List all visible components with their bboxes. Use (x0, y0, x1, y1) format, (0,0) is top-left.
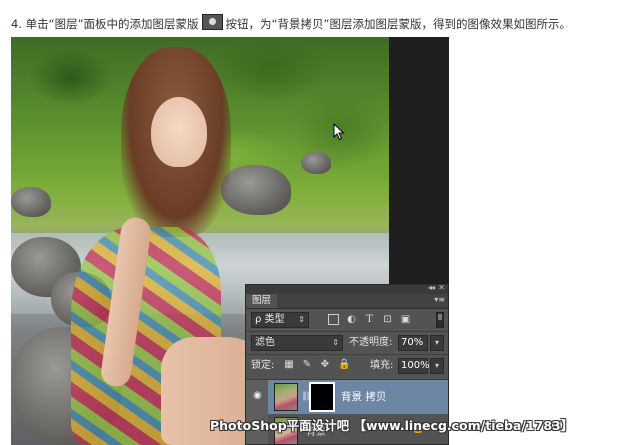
type-filter-icon[interactable]: T (364, 314, 375, 325)
layer-row-background-copy[interactable]: ◉ ⛓ 背景 拷贝 (246, 379, 448, 415)
watermark-text: PhotoShop平面设计吧 【www.linecg.com/tieba/178… (210, 418, 574, 433)
lock-all-icon[interactable]: 🔒 (338, 360, 350, 370)
collapse-double-arrow-icon[interactable]: ◂◂ (428, 283, 435, 292)
rock (301, 152, 331, 174)
fill-input[interactable]: 100% (398, 358, 430, 374)
blend-row: 滤色 ⇕ 不透明度: 70% ▾ (246, 332, 448, 354)
filter-kind-select[interactable]: ρ 类型 ⇕ (251, 312, 309, 328)
tab-layers[interactable]: 图层 (246, 294, 278, 308)
layer-mask-thumbnail[interactable] (309, 382, 335, 412)
fill-dropdown-button[interactable]: ▾ (430, 358, 444, 374)
instruction-before: 4. 单击“图层”面板中的添加图层蒙版 (11, 17, 199, 31)
lock-position-icon[interactable]: ✥ (320, 360, 330, 370)
subject-face (151, 97, 207, 167)
chevron-updown-icon: ⇕ (332, 338, 339, 347)
blend-mode-value: 滤色 (255, 337, 275, 348)
smart-object-filter-icon[interactable]: ▣ (400, 314, 411, 325)
eye-icon[interactable]: ◉ (253, 391, 264, 401)
adjustment-filter-icon[interactable]: ◐ (346, 314, 357, 325)
pixel-filter-icon[interactable] (328, 314, 339, 325)
opacity-dropdown-button[interactable]: ▾ (430, 335, 444, 351)
fill-label: 填充: (370, 360, 394, 371)
rock (221, 165, 291, 215)
lock-transparent-icon[interactable]: ▦ (284, 360, 294, 370)
canvas-dark-area (389, 37, 449, 284)
opacity-input[interactable]: 70% (398, 335, 428, 351)
shape-filter-icon[interactable]: ⊡ (382, 314, 393, 325)
layer-thumbnail[interactable] (274, 383, 298, 411)
layer-name[interactable]: 背景 拷贝 (341, 389, 386, 404)
mouse-cursor-icon (333, 123, 345, 141)
rock (11, 187, 51, 217)
blend-mode-select[interactable]: 滤色 ⇕ (251, 335, 343, 351)
panel-topbar: ◂◂ ✕ (246, 283, 448, 294)
close-icon[interactable]: ✕ (438, 283, 445, 292)
chevron-updown-icon: ⇕ (298, 315, 305, 324)
lock-label: 锁定: (251, 360, 275, 371)
panel-menu-icon[interactable]: ▾≡ (434, 295, 445, 304)
panel-tabs: 图层 ▾≡ (246, 294, 448, 309)
instruction-text: 4. 单击“图层”面板中的添加图层蒙版 按钮，为“背景拷贝”图层添加图层蒙版，得到… (11, 13, 616, 35)
filter-row: ρ 类型 ⇕ ◐ T ⊡ ▣ (246, 309, 448, 331)
opacity-label: 不透明度: (349, 337, 393, 348)
filter-kind-label: ρ 类型 (255, 314, 285, 325)
filter-toggle[interactable] (436, 312, 444, 328)
lock-image-icon[interactable]: ✎ (302, 360, 312, 370)
lock-row: 锁定: ▦ ✎ ✥ 🔒 填充: 100% ▾ (246, 355, 448, 377)
add-layer-mask-icon (201, 14, 223, 30)
instruction-after: 按钮，为“背景拷贝”图层添加图层蒙版，得到的图像效果如图所示。 (225, 17, 571, 31)
